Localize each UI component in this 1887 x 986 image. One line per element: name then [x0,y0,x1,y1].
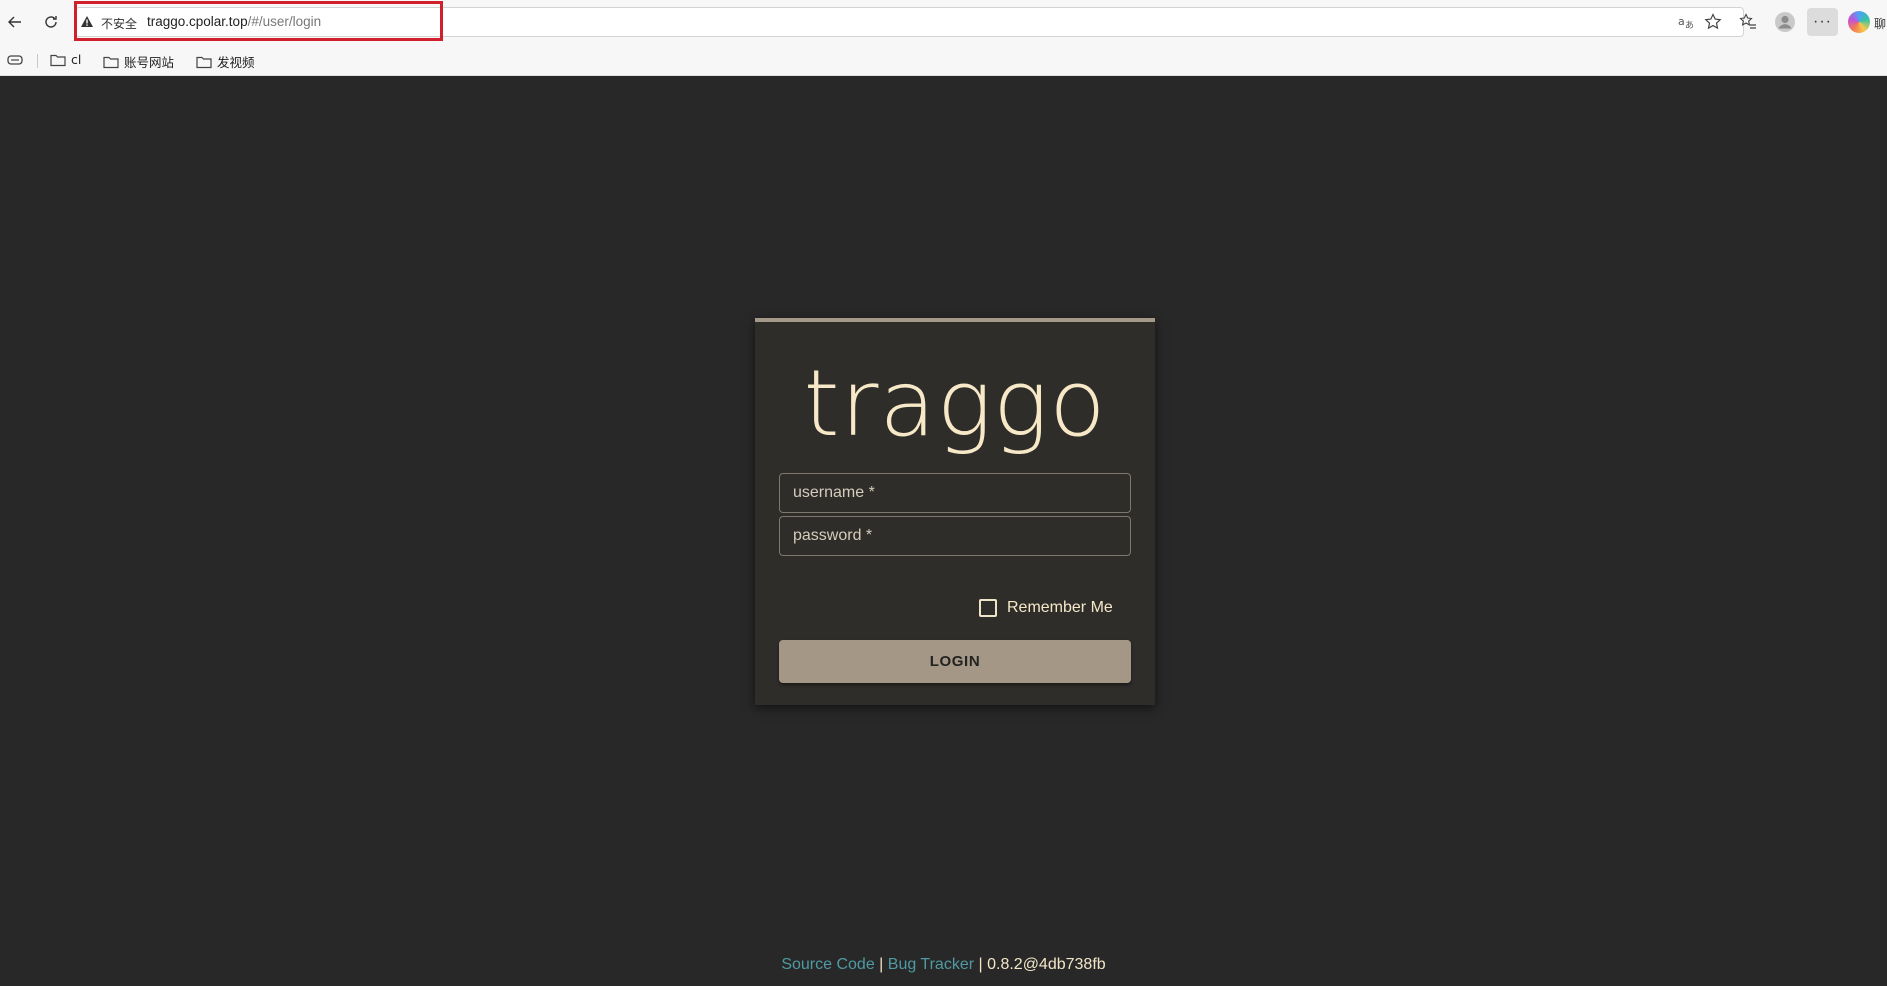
favorite-button[interactable] [1702,11,1724,33]
username-input[interactable] [780,474,1130,512]
more-dots-icon: ··· [1813,13,1832,30]
login-card: traggo Remember Me LOGIN [755,318,1155,705]
star-icon [1704,13,1722,30]
source-code-link[interactable]: Source Code [781,956,874,973]
sidebar-label-partial: 聊 [1874,17,1887,31]
favorites-list-button[interactable] [1737,11,1759,33]
warning-icon [81,16,93,27]
svg-text:a: a [1678,15,1685,28]
back-arrow-icon [8,16,21,28]
remember-me-checkbox[interactable] [979,599,997,617]
remember-me-toggle[interactable]: Remember Me [979,599,1113,617]
password-field[interactable] [779,516,1131,556]
address-bar[interactable] [75,7,1744,37]
bug-tracker-link[interactable]: Bug Tracker [888,956,974,973]
username-field[interactable] [779,473,1131,513]
bookmark-folder-cl[interactable]: cl [50,52,81,67]
footer: Source Code | Bug Tracker | 0.8.2@4db738… [0,956,1887,974]
collections-icon [7,55,23,65]
back-button[interactable] [2,9,28,35]
bookmark-folder-videos[interactable]: 发视频 [196,52,255,71]
translate-button[interactable]: aあ [1675,11,1697,33]
bookmark-label: cl [71,52,82,67]
translate-icon: aあ [1678,15,1694,31]
url-path: /#/user/login [247,14,322,29]
svg-text:あ: あ [1685,20,1694,31]
bookmark-label: 发视频 [217,55,255,70]
folder-icon [50,54,66,66]
bookmarks-bar: cl 账号网站 发视频 [0,44,1887,76]
favorites-list-icon [1739,13,1756,29]
page-content: traggo Remember Me LOGIN Source Code | B… [0,77,1887,986]
url-text[interactable]: traggo.cpolar.top/#/user/login [147,14,321,29]
folder-icon [103,56,119,68]
password-input[interactable] [780,517,1130,555]
login-button[interactable]: LOGIN [779,640,1131,683]
browser-toolbar: 不安全 traggo.cpolar.top/#/user/login aあ ··… [0,0,1887,44]
version-label: | 0.8.2@4db738fb [978,956,1106,973]
reload-button[interactable] [38,9,64,35]
app-logo: traggo [803,350,1107,457]
copilot-icon[interactable] [1848,11,1870,33]
url-host: traggo.cpolar.top [147,14,248,29]
more-menu-button[interactable]: ··· [1807,8,1838,36]
bookmark-folder-accounts[interactable]: 账号网站 [103,52,174,71]
bookmark-label: 账号网站 [124,55,175,70]
security-label[interactable]: 不安全 [101,15,137,32]
reload-icon [45,16,57,28]
footer-separator: | [879,956,884,973]
bookmarks-separator [37,54,38,68]
avatar-icon [1775,12,1795,32]
profile-button[interactable] [1774,11,1796,33]
bookmarks-app-button[interactable] [7,53,23,67]
remember-me-label: Remember Me [1007,599,1113,616]
folder-icon [196,56,212,68]
